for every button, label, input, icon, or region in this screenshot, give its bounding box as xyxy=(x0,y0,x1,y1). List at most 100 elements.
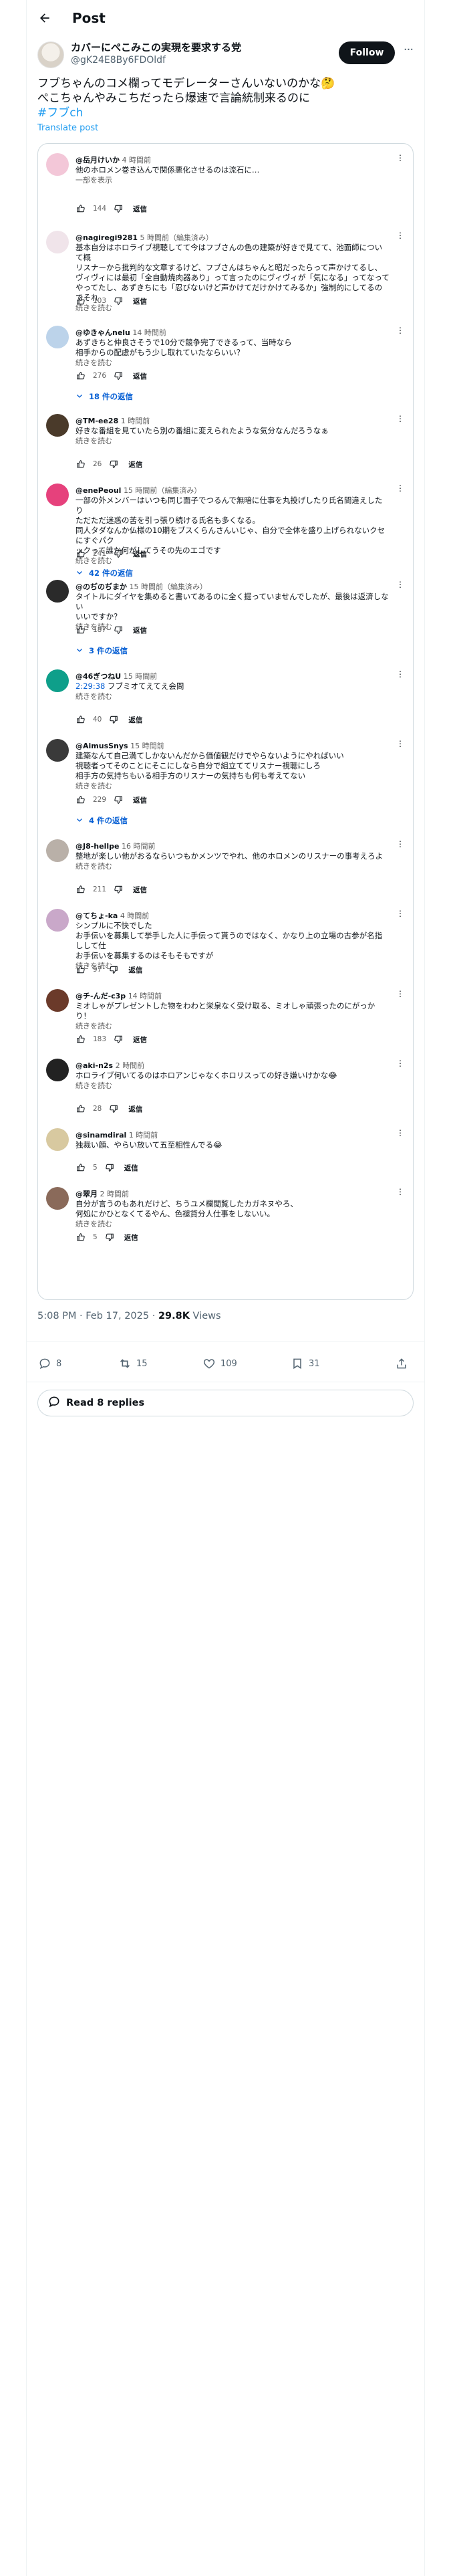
thumb-down-icon[interactable] xyxy=(108,459,119,469)
repost-button[interactable]: 15 xyxy=(118,1356,148,1371)
commenter-avatar[interactable] xyxy=(46,669,69,692)
read-more-link[interactable]: 続きを読む xyxy=(76,861,390,871)
thumb-up-icon[interactable] xyxy=(76,714,86,725)
comment-reply-button[interactable]: 返信 xyxy=(133,204,147,214)
commenter-handle[interactable]: @nagiregi9281 xyxy=(76,233,138,242)
like-button[interactable]: 109 xyxy=(202,1356,237,1371)
comment-more-icon[interactable]: ⋮ xyxy=(395,670,406,683)
share-button[interactable] xyxy=(394,1356,409,1371)
read-more-link[interactable]: 続きを読む xyxy=(76,1219,390,1229)
timestamp-link[interactable]: 2:29:38 xyxy=(76,681,105,691)
comment-more-icon[interactable]: ⋮ xyxy=(395,990,406,1002)
read-more-link[interactable]: 続きを読む xyxy=(76,358,390,368)
comment-reply-button[interactable]: 返信 xyxy=(128,715,142,725)
commenter-avatar[interactable] xyxy=(46,153,69,176)
comment-reply-button[interactable]: 返信 xyxy=(133,795,147,805)
back-arrow-icon[interactable] xyxy=(37,11,52,25)
comment-reply-button[interactable]: 返信 xyxy=(128,965,142,975)
commenter-avatar[interactable] xyxy=(46,414,69,437)
read-more-link[interactable]: 続きを読む xyxy=(76,1081,390,1091)
thumb-up-icon[interactable] xyxy=(76,203,86,214)
thumb-up-icon[interactable] xyxy=(76,794,86,805)
comment-more-icon[interactable]: ⋮ xyxy=(395,484,406,497)
commenter-avatar[interactable] xyxy=(46,484,69,506)
comment-reply-button[interactable]: 返信 xyxy=(124,1163,138,1173)
thumb-up-icon[interactable] xyxy=(76,625,86,635)
read-more-link[interactable]: 続きを読む xyxy=(76,1021,390,1031)
commenter-handle[interactable]: @aki-n2s xyxy=(76,1061,113,1070)
follow-button[interactable]: Follow xyxy=(339,41,395,64)
comment-more-icon[interactable]: ⋮ xyxy=(395,840,406,853)
thumb-up-icon[interactable] xyxy=(76,370,86,381)
commenter-handle[interactable]: @J8-hellpe xyxy=(76,842,119,851)
thumb-down-icon[interactable] xyxy=(113,1034,124,1045)
author-display-name[interactable]: カバーにぺこみこの実現を要求する党 xyxy=(71,41,241,54)
thumb-down-icon[interactable] xyxy=(104,1162,115,1173)
thumb-up-icon[interactable] xyxy=(76,884,86,895)
thumb-up-icon[interactable] xyxy=(76,964,86,975)
comment-more-icon[interactable]: ⋮ xyxy=(395,231,406,244)
comment-more-icon[interactable]: ⋮ xyxy=(395,1188,406,1200)
commenter-handle[interactable]: @てちょ-ka xyxy=(76,911,118,920)
read-more-link[interactable]: 続きを読む xyxy=(76,781,390,791)
commenter-handle[interactable]: @46ぎつねU xyxy=(76,672,121,681)
more-options-icon[interactable]: ··· xyxy=(402,44,415,59)
comment-more-icon[interactable]: ⋮ xyxy=(395,415,406,427)
comment-reply-button[interactable]: 返信 xyxy=(133,885,147,895)
view-replies-button[interactable]: 4 件の返信 xyxy=(76,815,128,826)
thumb-up-icon[interactable] xyxy=(76,1232,86,1243)
commenter-handle[interactable]: @岳月けいか xyxy=(76,156,120,165)
commenter-handle[interactable]: @sinamdiral xyxy=(76,1131,126,1140)
commenter-handle[interactable]: @翠月 xyxy=(76,1190,98,1198)
thumb-down-icon[interactable] xyxy=(113,884,124,895)
commenter-handle[interactable]: @TM-ee28 xyxy=(76,417,118,425)
thumb-up-icon[interactable] xyxy=(76,1162,86,1173)
thumb-down-icon[interactable] xyxy=(104,1232,115,1243)
thumb-down-icon[interactable] xyxy=(113,203,124,214)
commenter-avatar[interactable] xyxy=(46,326,69,348)
commenter-avatar[interactable] xyxy=(46,839,69,862)
thumb-up-icon[interactable] xyxy=(76,296,86,306)
comment-more-icon[interactable]: ⋮ xyxy=(395,154,406,167)
thumb-down-icon[interactable] xyxy=(108,714,119,725)
thumb-up-icon[interactable] xyxy=(76,459,86,469)
thumb-down-icon[interactable] xyxy=(108,964,119,975)
author-avatar[interactable] xyxy=(37,41,64,68)
comment-reply-button[interactable]: 返信 xyxy=(133,549,147,559)
thumb-up-icon[interactable] xyxy=(76,1103,86,1114)
commenter-handle[interactable]: @のぢのぢまか xyxy=(76,582,127,591)
commenter-handle[interactable]: @ゆきゃんnelu xyxy=(76,328,130,337)
thumb-down-icon[interactable] xyxy=(113,625,124,635)
view-replies-button[interactable]: 3 件の返信 xyxy=(76,645,128,656)
commenter-avatar[interactable] xyxy=(46,231,69,253)
comment-reply-button[interactable]: 返信 xyxy=(133,296,147,306)
hashtag-link[interactable]: #フブch xyxy=(37,106,414,120)
commenter-avatar[interactable] xyxy=(46,1059,69,1081)
commenter-handle[interactable]: @AimusSnys xyxy=(76,742,128,750)
comment-more-icon[interactable]: ⋮ xyxy=(395,326,406,339)
thumb-up-icon[interactable] xyxy=(76,1034,86,1045)
commenter-handle[interactable]: @enePeoul xyxy=(76,486,121,495)
commenter-avatar[interactable] xyxy=(46,1128,69,1151)
commenter-avatar[interactable] xyxy=(46,739,69,762)
comment-more-icon[interactable]: ⋮ xyxy=(395,740,406,752)
commenter-avatar[interactable] xyxy=(46,1187,69,1210)
reply-button[interactable]: 8 xyxy=(37,1356,61,1371)
commenter-avatar[interactable] xyxy=(46,909,69,932)
comment-reply-button[interactable]: 返信 xyxy=(128,459,142,469)
thumb-up-icon[interactable] xyxy=(76,548,86,559)
post-time[interactable]: 5:08 PM · Feb 17, 2025 · xyxy=(37,1311,158,1321)
author-handle[interactable]: @gK24E8By6FDOldf xyxy=(71,54,241,67)
attached-comments-screenshot[interactable]: @岳月けいか 4 時間前 ⋮ 他のホロメン巻き込んで関係悪化させるのは流石に… 一部を… xyxy=(37,143,414,1300)
comment-reply-button[interactable]: 返信 xyxy=(133,625,147,635)
thumb-down-icon[interactable] xyxy=(108,1103,119,1114)
comment-more-icon[interactable]: ⋮ xyxy=(395,1059,406,1072)
thumb-down-icon[interactable] xyxy=(113,794,124,805)
comment-reply-button[interactable]: 返信 xyxy=(128,1104,142,1114)
commenter-avatar[interactable] xyxy=(46,989,69,1012)
thumb-down-icon[interactable] xyxy=(113,296,124,306)
bookmark-button[interactable]: 31 xyxy=(290,1356,320,1371)
translate-link[interactable]: Translate post xyxy=(27,120,424,134)
read-more-link[interactable]: 一部を表示 xyxy=(76,175,390,185)
view-replies-button[interactable]: 18 件の返信 xyxy=(76,391,133,402)
